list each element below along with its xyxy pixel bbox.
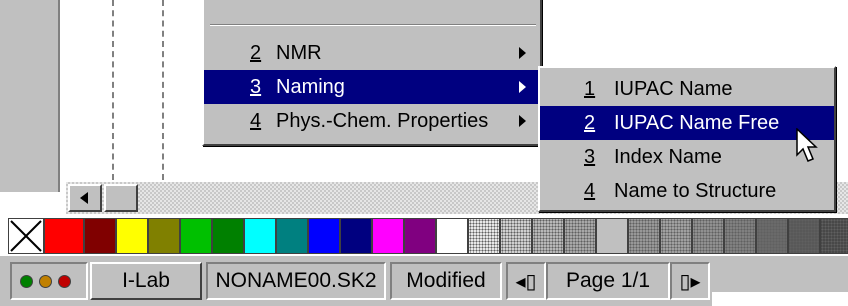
color-swatch[interactable]: [596, 218, 628, 254]
color-swatch[interactable]: [116, 218, 148, 254]
color-swatch[interactable]: [820, 218, 848, 254]
menu-item-number: 3: [250, 76, 262, 98]
color-swatch[interactable]: [372, 218, 404, 254]
menu-separator: [210, 24, 536, 26]
arrow-left-icon: [80, 192, 88, 204]
color-swatch[interactable]: [788, 218, 820, 254]
menu-item-number: 4: [584, 180, 596, 202]
color-swatch[interactable]: [756, 218, 788, 254]
next-page-button[interactable]: ▯▸: [670, 262, 710, 300]
color-swatch[interactable]: [308, 218, 340, 254]
menu-item-nmr[interactable]: 2 NMR: [204, 36, 540, 70]
submenu-item-iupac-name-free[interactable]: 2 IUPAC Name Free: [540, 106, 834, 140]
no-color-icon: [10, 220, 42, 252]
document-status-text: Modified: [406, 269, 486, 292]
context-menu: 2 NMR 3 Naming 4 Phys.-Chem. Properties: [202, 0, 542, 146]
mouse-pointer-icon: [796, 128, 818, 162]
menu-item-number: 3: [584, 146, 596, 168]
color-swatch[interactable]: [244, 218, 276, 254]
color-swatch[interactable]: [532, 218, 564, 254]
submenu-arrow-icon: [519, 115, 526, 127]
app-mode-button[interactable]: I-Lab: [90, 262, 202, 300]
canvas-border: [58, 0, 68, 192]
color-swatch[interactable]: [660, 218, 692, 254]
color-swatch[interactable]: [436, 218, 468, 254]
page-indicator-text: Page 1/1: [565, 269, 651, 292]
color-swatch[interactable]: [468, 218, 500, 254]
color-swatch[interactable]: [564, 218, 596, 254]
menu-item-label: IUPAC Name Free: [614, 112, 780, 134]
color-swatch[interactable]: [148, 218, 180, 254]
previous-page-icon: ◂▯: [515, 269, 537, 293]
submenu-item-name-to-structure[interactable]: 4 Name to Structure: [540, 174, 834, 208]
color-swatch[interactable]: [44, 218, 84, 254]
next-page-icon: ▯▸: [679, 269, 701, 293]
page-guide-line: [112, 0, 114, 180]
previous-page-button[interactable]: ◂▯: [506, 262, 546, 300]
color-swatch[interactable]: [180, 218, 212, 254]
color-swatch[interactable]: [84, 218, 116, 254]
menu-item-number: 1: [584, 78, 596, 100]
status-light-icon: [58, 274, 71, 288]
submenu-item-index-name[interactable]: 3 Index Name: [540, 140, 834, 174]
color-swatch[interactable]: [340, 218, 372, 254]
filename-panel: NONAME00.SK2: [206, 262, 386, 300]
menu-item-label: Name to Structure: [614, 180, 777, 202]
menu-item-naming[interactable]: 3 Naming: [204, 70, 540, 104]
left-toolbar-area: [0, 0, 58, 192]
color-palette: [8, 218, 848, 254]
scrollbar-thumb[interactable]: [104, 184, 138, 212]
submenu-arrow-icon: [519, 47, 526, 59]
scroll-left-button[interactable]: [68, 184, 102, 212]
document-status-panel: Modified: [390, 262, 502, 300]
color-swatch[interactable]: [212, 218, 244, 254]
page-indicator: Page 1/1: [546, 262, 670, 300]
color-swatch[interactable]: [692, 218, 724, 254]
status-light-icon: [39, 274, 52, 288]
menu-item-label: IUPAC Name: [614, 78, 733, 100]
color-swatch[interactable]: [500, 218, 532, 254]
menu-item-label: Naming: [276, 76, 345, 98]
menu-item-label: Index Name: [614, 146, 722, 168]
menu-item-label: Phys.-Chem. Properties: [276, 110, 489, 132]
filename-text: NONAME00.SK2: [215, 269, 377, 292]
page-guide-line: [162, 0, 164, 180]
status-light-icon: [20, 274, 33, 288]
color-swatch[interactable]: [628, 218, 660, 254]
status-lights: [10, 262, 88, 300]
status-bar-end: [712, 292, 848, 306]
color-swatch[interactable]: [276, 218, 308, 254]
menu-item-label: NMR: [276, 42, 322, 64]
submenu-item-iupac-name[interactable]: 1 IUPAC Name: [540, 72, 834, 106]
color-swatch[interactable]: [724, 218, 756, 254]
submenu-arrow-icon: [519, 81, 526, 93]
color-swatch[interactable]: [404, 218, 436, 254]
no-color-swatch[interactable]: [8, 218, 44, 254]
menu-item-phys-chem-properties[interactable]: 4 Phys.-Chem. Properties: [204, 104, 540, 138]
menu-item-number: 2: [250, 42, 262, 64]
menu-item-number: 4: [250, 110, 262, 132]
app-mode-label: I-Lab: [122, 269, 170, 292]
naming-submenu: 1 IUPAC Name 2 IUPAC Name Free 3 Index N…: [538, 66, 836, 212]
menu-item-number: 2: [584, 112, 596, 134]
